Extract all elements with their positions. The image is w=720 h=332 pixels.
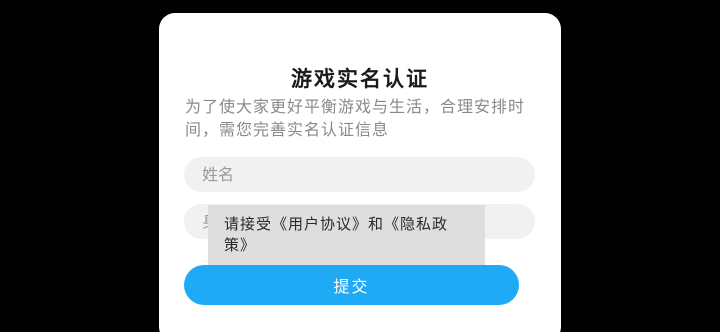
name-input[interactable]	[184, 157, 535, 192]
screen: 游戏实名认证 为了使大家更好平衡游戏与生活，合理安排时间，需您完善实名认证信息 …	[0, 0, 720, 332]
agreement-toast: 请接受《用户协议》和《隐私政策》	[208, 205, 485, 265]
real-name-dialog: 游戏实名认证 为了使大家更好平衡游戏与生活，合理安排时间，需您完善实名认证信息 …	[159, 13, 561, 332]
dialog-title: 游戏实名认证	[291, 67, 429, 91]
submit-button[interactable]: 提交	[184, 265, 519, 305]
dialog-description: 为了使大家更好平衡游戏与生活，合理安排时间，需您完善实名认证信息	[185, 97, 526, 139]
